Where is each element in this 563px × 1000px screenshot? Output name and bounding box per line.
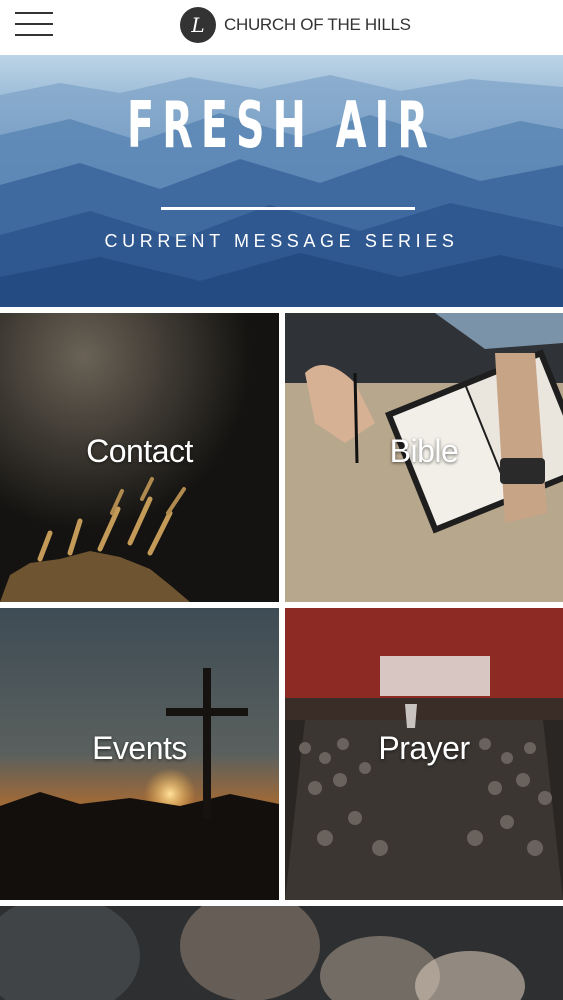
tile-label-contact: Contact [86,433,193,469]
prayer-tile[interactable]: Prayer [285,608,563,900]
logo-glyph: L [191,13,205,37]
tile-label-bible: Bible [389,433,459,469]
bible-tile[interactable]: Bible [285,313,563,602]
hero-divider [161,207,415,210]
hamburger-menu-icon[interactable] [15,10,55,38]
church-logo-icon: L [180,7,216,43]
app-header: L CHURCH OF THE HILLS [0,0,563,54]
brand-link[interactable]: L CHURCH OF THE HILLS [180,6,411,44]
bottom-tile[interactable] [0,906,563,1000]
menu-line [15,34,53,36]
contact-tile[interactable]: Contact [0,313,279,602]
hero-banner[interactable]: FRESH AIR CURRENT MESSAGE SERIES [0,55,563,307]
hero-title: FRESH AIR [127,89,436,163]
tile-label-events: Events [92,730,187,766]
menu-line [15,12,53,14]
blurred-people-image [0,906,563,1000]
menu-line [15,23,53,25]
events-tile[interactable]: Events [0,608,279,900]
tile-label-prayer: Prayer [378,730,470,766]
brand-name: CHURCH OF THE HILLS [224,15,411,34]
hero-subtitle: CURRENT MESSAGE SERIES [104,231,459,251]
